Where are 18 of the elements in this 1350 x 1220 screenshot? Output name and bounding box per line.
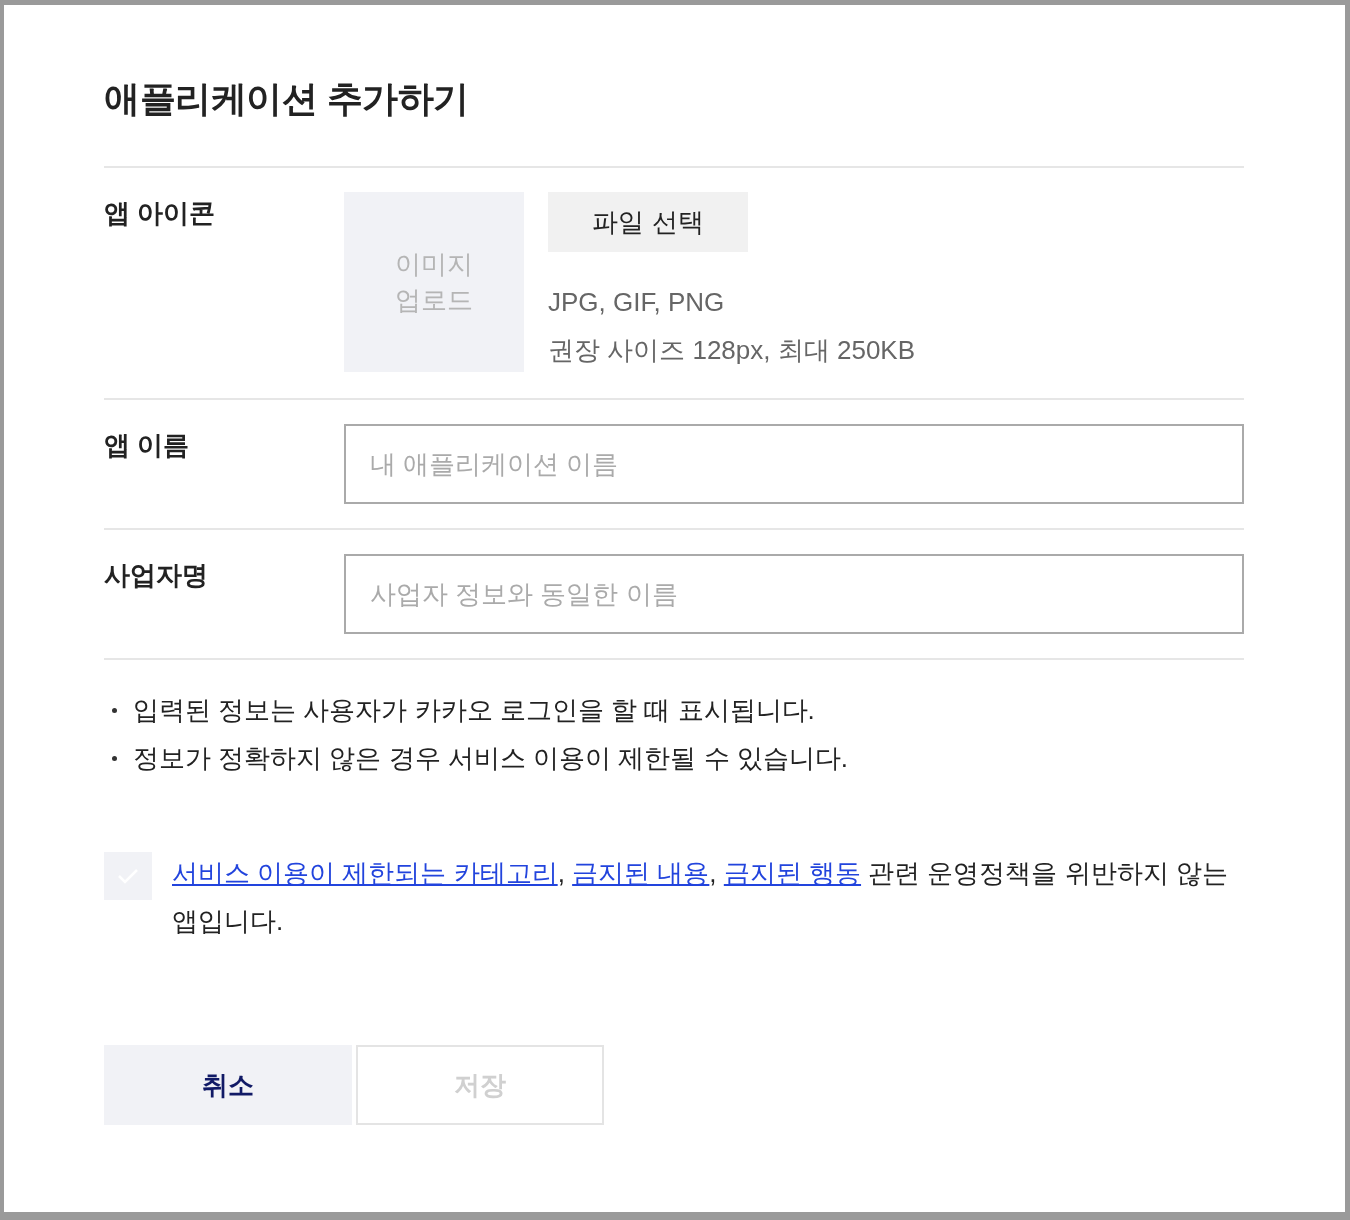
consent-text: 서비스 이용이 제한되는 카테고리, 금지된 내용, 금지된 행동 관련 운영정책을 위반하지 않는 앱입니다. (172, 857, 1229, 938)
input-field[interactable]: 사업자 정보와 동일한 이름 (344, 554, 1244, 634)
field-label: 사업자명 (104, 559, 209, 592)
field-label: 앱 이름 (104, 429, 191, 462)
policy-link[interactable]: 금지된 내용 (572, 858, 710, 888)
bullet-icon (112, 707, 117, 713)
dialog-title: 애플리케이션 추가하기 (104, 77, 470, 121)
field-label: 앱 아이콘 (104, 197, 217, 230)
bullet-icon (112, 755, 117, 761)
policy-link[interactable]: 금지된 행동 (723, 858, 862, 888)
hint-text: 권장 사이즈 128px, 최대 250KB (548, 334, 916, 367)
input-field[interactable]: 내 애플리케이션 이름 (344, 424, 1244, 504)
note-text: 입력된 정보는 사용자가 카카오 로그인을 할 때 표시됩니다. (133, 694, 815, 727)
cancel-button[interactable]: 취소 (104, 1045, 352, 1125)
note-text: 정보가 정확하지 않은 경우 서비스 이용이 제한될 수 있습니다. (133, 742, 848, 775)
policy-link[interactable]: 서비스 이용이 제한되는 카테고리 (172, 858, 558, 888)
file-select-button[interactable]: 파일 선택 (548, 192, 748, 252)
hint-text: JPG, GIF, PNG (548, 286, 726, 319)
